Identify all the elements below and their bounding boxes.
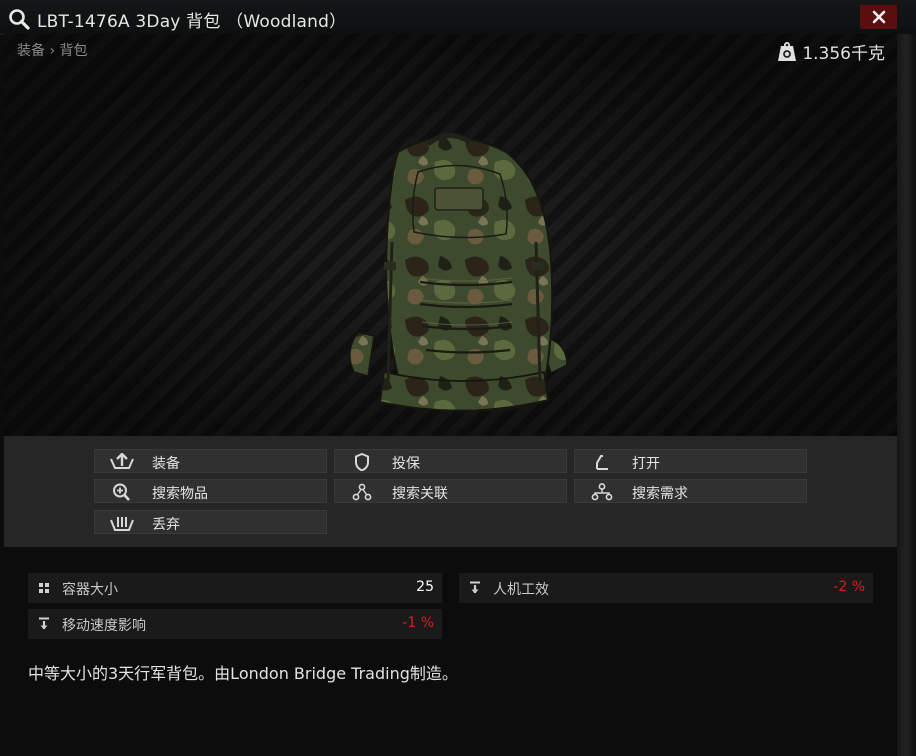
equip-button[interactable]: 装备 — [94, 449, 327, 473]
search-required-button[interactable]: 搜索需求 — [574, 479, 807, 503]
discard-label: 丢弃 — [152, 517, 180, 533]
stat-ergonomics: 人机工效 -2 % — [459, 573, 873, 603]
insure-button[interactable]: 投保 — [334, 449, 567, 473]
stat-name: 移动速度影响 — [62, 618, 146, 634]
insure-shield-icon — [355, 453, 369, 471]
camo-backpack-image — [349, 133, 568, 412]
breadcrumb: 装备 › 背包 — [17, 43, 88, 59]
window-title: LBT-1476A 3Day 背包 （Woodland） — [37, 12, 347, 32]
window-edge — [897, 34, 916, 756]
close-icon — [872, 10, 885, 24]
stats-panel: 容器大小 25 人机工效 -2 % 移动速度影响 -1 % 中等大小的3天行军背… — [4, 547, 897, 756]
search-item-button[interactable]: 搜索物品 — [94, 479, 327, 503]
down-arrow-icon — [39, 617, 49, 630]
search-required-label: 搜索需求 — [632, 486, 688, 502]
open-button[interactable]: 打开 — [574, 449, 807, 473]
equip-label: 装备 — [152, 456, 180, 472]
actions-panel: 装备 投保 打开 搜索物品 搜索关联 搜索需求 丢弃 — [4, 436, 897, 547]
title-bar[interactable]: LBT-1476A 3Day 背包 （Woodland） — [0, 0, 916, 35]
search-item-icon — [113, 483, 130, 501]
open-label: 打开 — [632, 456, 660, 472]
stat-value: -1 % — [402, 615, 434, 631]
insure-label: 投保 — [392, 456, 420, 472]
equip-icon — [110, 453, 134, 469]
weight-icon — [778, 41, 797, 61]
search-linked-button[interactable]: 搜索关联 — [334, 479, 567, 503]
item-weight: 1.356千克 — [778, 39, 885, 64]
stat-container-size: 容器大小 25 — [28, 573, 442, 603]
search-item-label: 搜索物品 — [152, 486, 208, 502]
stat-name: 人机工效 — [493, 582, 549, 598]
stat-name: 容器大小 — [62, 582, 118, 598]
search-linked-icon — [352, 483, 372, 501]
item-preview-panel: 装备 › 背包 1.356千克 — [4, 34, 897, 436]
item-description: 中等大小的3天行军背包。由London Bridge Trading制造。 — [28, 664, 458, 683]
search-linked-label: 搜索关联 — [392, 486, 448, 502]
open-icon — [596, 455, 608, 470]
stat-movement-speed: 移动速度影响 -1 % — [28, 609, 442, 639]
stat-value: 25 — [416, 579, 434, 595]
close-button[interactable] — [860, 5, 897, 29]
weight-value: 1.356千克 — [802, 44, 885, 64]
discard-button[interactable]: 丢弃 — [94, 510, 327, 534]
item-inspect-window: LBT-1476A 3Day 背包 （Woodland） 装备 › 背包 1.3… — [0, 0, 916, 756]
down-arrow-icon — [470, 581, 480, 594]
stat-value: -2 % — [833, 579, 865, 595]
grid-icon — [39, 583, 49, 593]
magnifier-icon — [9, 9, 30, 30]
discard-icon — [110, 517, 134, 531]
search-required-icon — [591, 483, 613, 501]
